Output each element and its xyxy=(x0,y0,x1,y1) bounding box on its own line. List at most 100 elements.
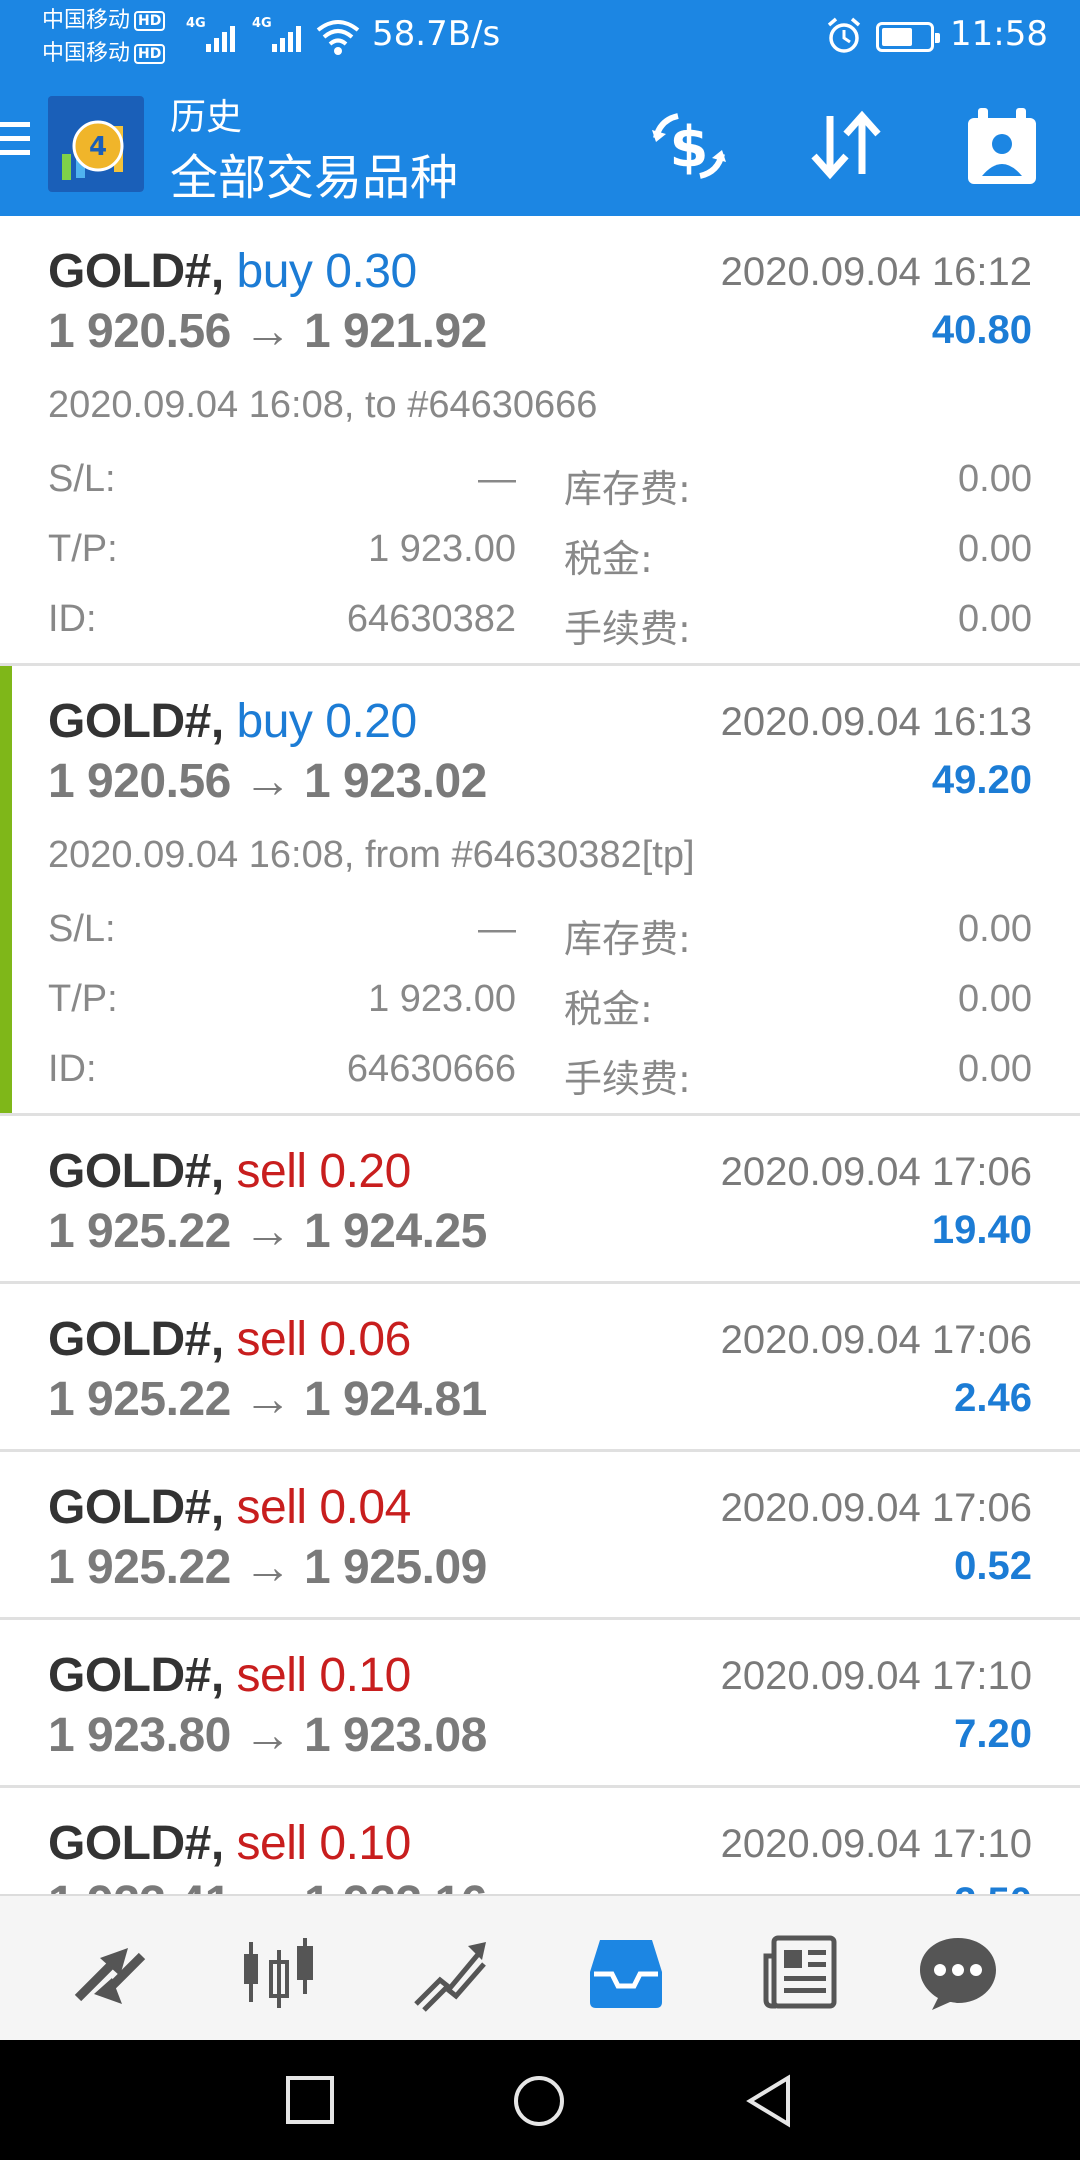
deals-list: GOLD#, buy 0.30 1 920.56 → 1 921.92 2020… xyxy=(0,216,1080,1956)
news-icon[interactable] xyxy=(760,1932,840,2012)
deal-row[interactable]: GOLD#, sell 0.20 1 925.22 → 1 924.25 202… xyxy=(0,1116,1080,1284)
deal-symbol-volume: GOLD#, sell 0.10 xyxy=(48,1817,412,1870)
recent-apps-icon[interactable] xyxy=(284,2074,336,2126)
page-subtitle: 历史 xyxy=(170,97,243,138)
chart-icon[interactable] xyxy=(240,1932,320,2012)
alarm-icon xyxy=(827,17,861,53)
history-icon[interactable] xyxy=(586,1932,666,2012)
app-logo[interactable]: 4 xyxy=(48,96,144,192)
deal-volume: sell 0.04 xyxy=(236,1481,412,1534)
clock: 11:58 xyxy=(950,14,1048,54)
deal-profit: 19.40 xyxy=(931,1208,1032,1252)
deal-profit: 0.52 xyxy=(954,1544,1032,1588)
tax-value: 0.00 xyxy=(958,528,1032,570)
network-speed: 58.7B/s xyxy=(372,14,501,54)
deal-volume: sell 0.10 xyxy=(236,1817,412,1870)
page-title[interactable]: 全部交易品种 xyxy=(170,138,458,208)
deal-row[interactable]: GOLD#, sell 0.04 1 925.22 → 1 925.09 202… xyxy=(0,1452,1080,1620)
deal-symbol-volume: GOLD#, sell 0.06 xyxy=(48,1313,412,1366)
id-value: 64630666 xyxy=(346,1048,516,1090)
deal-time: 2020.09.04 17:06 xyxy=(720,1318,1032,1362)
swap-label: 库存费: xyxy=(564,467,691,511)
back-icon[interactable] xyxy=(744,2074,796,2128)
account-report-icon[interactable] xyxy=(964,104,1040,188)
deal-row[interactable]: GOLD#, buy 0.30 1 920.56 → 1 921.92 2020… xyxy=(0,216,1080,666)
deal-profit: 2.46 xyxy=(954,1376,1032,1420)
swap-value: 0.00 xyxy=(958,908,1032,950)
signal-4g-label-1: 4G xyxy=(186,16,206,31)
wifi-icon xyxy=(316,20,360,55)
svg-text:4: 4 xyxy=(89,132,107,162)
swap-value: 0.00 xyxy=(958,458,1032,500)
deal-volume: buy 0.20 xyxy=(236,695,418,748)
tax-value: 0.00 xyxy=(958,978,1032,1020)
status-bar: 中国移动 HD 中国移动 HD 4G 4G 58.7B/s 11:58 xyxy=(0,0,1080,76)
carrier-2: 中国移动 HD xyxy=(42,43,166,65)
deal-symbol-volume: GOLD#, sell 0.04 xyxy=(48,1481,412,1534)
deal-symbol-volume: GOLD#, sell 0.20 xyxy=(48,1145,412,1198)
sl-label: S/L: xyxy=(48,908,116,950)
app-bar: 4 历史 全部交易品种 $ xyxy=(0,76,1080,216)
commission-value: 0.00 xyxy=(958,1048,1032,1090)
id-value: 64630382 xyxy=(346,598,516,640)
id-label: ID: xyxy=(48,1048,97,1090)
deal-profit: 49.20 xyxy=(931,758,1032,802)
deal-row[interactable]: GOLD#, sell 0.06 1 925.22 → 1 924.81 202… xyxy=(0,1284,1080,1452)
deal-time: 2020.09.04 17:10 xyxy=(720,1654,1032,1698)
deal-row[interactable]: GOLD#, sell 0.10 1 923.80 → 1 923.08 202… xyxy=(0,1620,1080,1788)
battery-icon xyxy=(876,22,940,52)
svg-text:$: $ xyxy=(670,115,709,180)
deal-open-info: 2020.09.04 16:08, to #64630666 xyxy=(48,384,598,426)
sl-label: S/L: xyxy=(48,458,116,500)
tp-label: T/P: xyxy=(48,528,118,570)
deal-prices: 1 920.56 → 1 923.02 xyxy=(48,755,487,808)
commission-value: 0.00 xyxy=(958,598,1032,640)
deal-row-selected[interactable]: GOLD#, buy 0.20 1 920.56 → 1 923.02 2020… xyxy=(0,666,1080,1116)
deal-time: 2020.09.04 16:12 xyxy=(720,250,1032,294)
bottom-navigation xyxy=(0,1894,1080,2040)
deal-time: 2020.09.04 17:06 xyxy=(720,1486,1032,1530)
sl-value: — xyxy=(478,458,516,500)
currency-filter-icon[interactable]: $ xyxy=(646,104,732,190)
system-navigation-bar xyxy=(0,2040,1080,2160)
commission-label: 手续费: xyxy=(564,1057,691,1101)
signal-bars-2-icon xyxy=(272,20,301,52)
menu-icon[interactable] xyxy=(0,122,30,164)
tp-value: 1 923.00 xyxy=(368,978,516,1020)
chat-icon[interactable] xyxy=(918,1932,998,2012)
selection-indicator xyxy=(0,666,12,1113)
signal-4g-label-2: 4G xyxy=(252,16,272,31)
home-icon[interactable] xyxy=(512,2074,566,2128)
tax-label: 税金: xyxy=(564,537,653,581)
deal-symbol-volume: GOLD#, sell 0.10 xyxy=(48,1649,412,1702)
deal-time: 2020.09.04 16:13 xyxy=(720,700,1032,744)
sl-value: — xyxy=(478,908,516,950)
id-label: ID: xyxy=(48,598,97,640)
deal-prices: 1 925.22 → 1 924.25 xyxy=(48,1205,487,1258)
tax-label: 税金: xyxy=(564,987,653,1031)
deal-profit: 7.20 xyxy=(954,1712,1032,1756)
signal-bars-1-icon xyxy=(206,20,235,52)
deal-volume: sell 0.10 xyxy=(236,1649,412,1702)
deal-time: 2020.09.04 17:10 xyxy=(720,1822,1032,1866)
deal-profit: 40.80 xyxy=(931,308,1032,352)
deal-volume: sell 0.20 xyxy=(236,1145,412,1198)
deal-prices: 1 925.22 → 1 925.09 xyxy=(48,1541,487,1594)
carrier-1: 中国移动 HD xyxy=(42,10,166,32)
sort-icon[interactable] xyxy=(804,104,888,188)
commission-label: 手续费: xyxy=(564,607,691,651)
deal-volume: buy 0.30 xyxy=(236,245,418,298)
deal-volume: sell 0.06 xyxy=(236,1313,412,1366)
tp-label: T/P: xyxy=(48,978,118,1020)
quotes-icon[interactable] xyxy=(70,1932,150,2012)
deal-symbol-volume: GOLD#, buy 0.30 xyxy=(48,245,418,298)
tp-value: 1 923.00 xyxy=(368,528,516,570)
swap-label: 库存费: xyxy=(564,917,691,961)
trade-icon[interactable] xyxy=(410,1932,490,2012)
deal-prices: 1 925.22 → 1 924.81 xyxy=(48,1373,487,1426)
deal-prices: 1 923.80 → 1 923.08 xyxy=(48,1709,487,1762)
deal-prices: 1 920.56 → 1 921.92 xyxy=(48,305,487,358)
deal-open-info: 2020.09.04 16:08, from #64630382[tp] xyxy=(48,834,695,876)
deal-symbol-volume: GOLD#, buy 0.20 xyxy=(48,695,418,748)
deal-time: 2020.09.04 17:06 xyxy=(720,1150,1032,1194)
